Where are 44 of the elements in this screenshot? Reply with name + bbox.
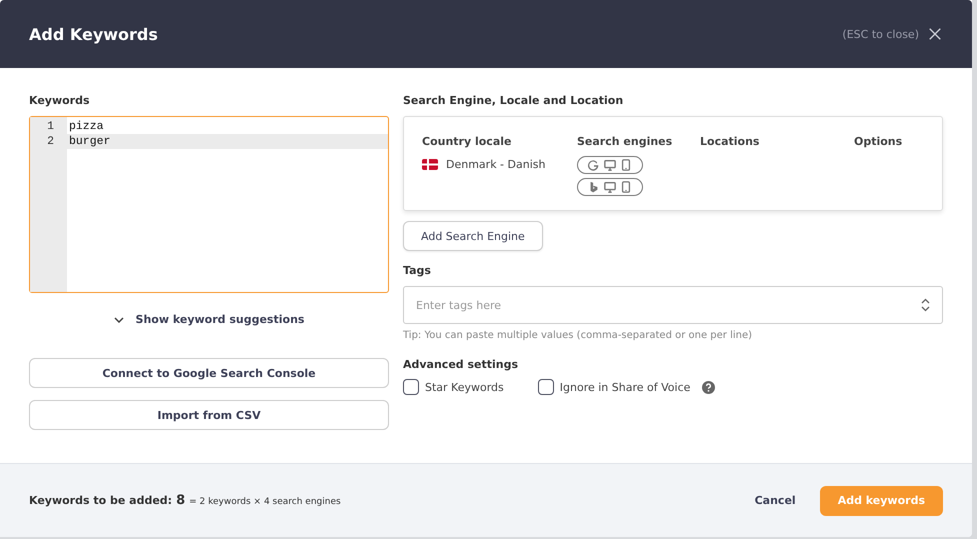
cancel-button[interactable]: Cancel	[748, 493, 802, 508]
desktop-icon	[604, 181, 616, 193]
bing-icon	[588, 181, 600, 193]
checkbox[interactable]	[403, 379, 419, 395]
add-engine-button[interactable]: Add Search Engine	[403, 221, 543, 251]
chevron-icon	[114, 316, 124, 322]
field-label: Keywords	[29, 94, 91, 107]
tags-field[interactable]: Enter tags here	[403, 286, 943, 324]
column-header: Locations	[700, 135, 760, 148]
column-header: Country locale	[422, 135, 512, 148]
mobile-icon	[620, 159, 632, 171]
keyword-editor[interactable]: 1 pizza 2 burger	[29, 116, 389, 293]
column-header: Search engines	[577, 135, 674, 148]
keyword-text: burger	[69, 135, 110, 148]
mobile-icon	[620, 181, 632, 193]
dialog-title: Add Keywords	[29, 24, 159, 44]
close-icon	[928, 27, 942, 41]
suggestions-toggle[interactable]: Show keyword suggestions	[114, 313, 304, 326]
field-label: Tags	[403, 264, 431, 277]
checkbox-label: Ignore in Share of Voice	[560, 380, 690, 394]
google-icon	[588, 159, 600, 171]
outline-button[interactable]: Connect to Google Search Console	[29, 358, 389, 388]
field-label: Advanced settings	[403, 358, 518, 371]
desktop-icon	[604, 159, 616, 171]
keyword-count: 8	[176, 493, 186, 508]
close-button[interactable]	[927, 26, 943, 42]
sort-icon	[921, 298, 930, 312]
engine-badge[interactable]	[577, 178, 643, 196]
locale-name: Denmark - Danish	[446, 158, 546, 170]
engine-badge[interactable]	[577, 156, 643, 174]
line-number: 2	[46, 135, 54, 148]
checkbox-label: Star Keywords	[425, 380, 504, 394]
outline-button[interactable]: Import from CSV	[29, 400, 389, 430]
help-icon	[702, 380, 716, 394]
close-hint: (ESC to close)	[842, 28, 919, 40]
checkbox[interactable]	[538, 379, 554, 395]
flag-icon	[422, 158, 438, 170]
field-label: Search Engine, Locale and Location	[403, 94, 624, 107]
summary-label: Keywords to be added:	[29, 494, 172, 507]
line-number: 1	[46, 120, 54, 133]
keyword-text: pizza	[69, 120, 104, 133]
hint-text: Tip: You can paste multiple values (comma-separated or one per line)	[403, 330, 752, 341]
column-header: Options	[854, 135, 904, 148]
summary-formula: = 2 keywords × 4 search engines	[189, 497, 341, 507]
